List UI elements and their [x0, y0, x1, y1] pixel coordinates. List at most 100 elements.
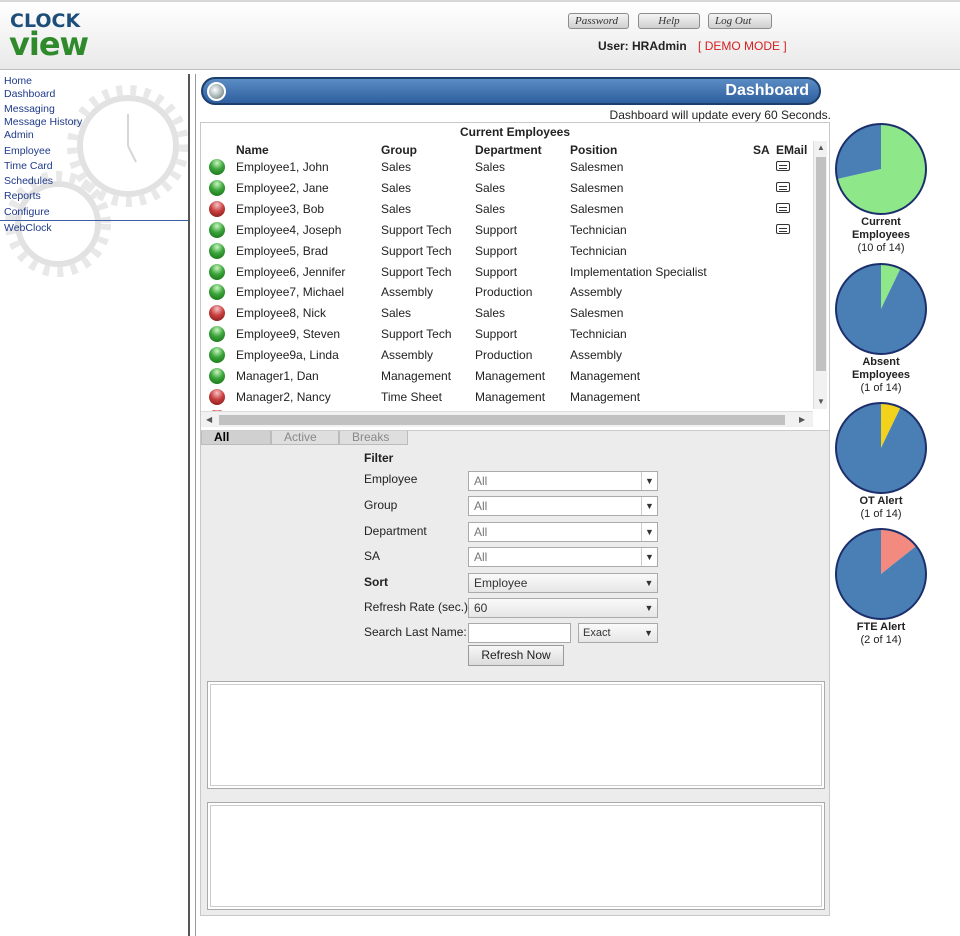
column-header-position[interactable]: Position — [570, 143, 617, 157]
tab-active[interactable]: Active — [271, 431, 339, 445]
sidebar-item-dashboard[interactable]: Dashboard — [4, 88, 55, 101]
cell-group: Support Tech — [381, 243, 452, 258]
table-row[interactable]: Employee2, Jane Sales Sales Salesmen — [201, 178, 811, 199]
table-row[interactable]: Manager1, Dan Management Management Managem… — [201, 366, 811, 387]
vertical-scroll-thumb[interactable] — [816, 157, 826, 371]
pie-title: FTE Alert — [856, 621, 906, 633]
sidebar-item-admin[interactable]: Admin — [4, 129, 34, 142]
status-red-icon — [209, 305, 225, 322]
sa-filter-label: SA — [364, 549, 381, 563]
table-horizontal-scrollbar[interactable]: ◀ ▶ — [201, 411, 813, 427]
chevron-down-icon: ▼ — [644, 578, 654, 588]
help-button[interactable]: Help — [638, 13, 700, 29]
cell-department: Support — [475, 327, 518, 342]
cell-position: Salesmen — [570, 180, 624, 195]
status-green-icon — [209, 242, 225, 259]
pie-chart-2[interactable]: OT Alert (1 of 14) — [832, 401, 930, 520]
refresh-rate-select[interactable]: 60 ▼ — [468, 598, 658, 618]
table-row[interactable]: Employee7, Michael Assembly Production Asse… — [201, 282, 811, 303]
cell-name: Employee9a, Linda — [236, 348, 339, 363]
sort-value: Employee — [474, 576, 528, 590]
user-label: User: HRAdmin — [598, 39, 687, 53]
cell-position: Technician — [570, 327, 627, 342]
scroll-up-arrow-icon[interactable]: ▲ — [817, 143, 825, 152]
pie-svg — [835, 263, 927, 355]
status-green-icon — [209, 263, 225, 280]
sidebar-item-employee[interactable]: Employee — [4, 145, 51, 158]
pie-chart-1[interactable]: Absent Employees (1 of 14) — [832, 262, 930, 394]
employee-filter-select[interactable]: All ▼ — [468, 471, 658, 491]
main-content: Dashboard Dashboard will update every 60… — [199, 74, 831, 916]
pie-chart-3[interactable]: FTE Alert (2 of 14) — [832, 527, 930, 646]
search-last-name-input[interactable] — [468, 623, 571, 643]
table-row[interactable]: Employee8, Nick Sales Sales Salesmen — [201, 303, 811, 324]
cell-department: Support — [475, 222, 518, 237]
pie-svg — [835, 402, 927, 494]
column-header-name[interactable]: Name — [236, 143, 269, 157]
sort-select[interactable]: Employee ▼ — [468, 573, 658, 593]
table-vertical-scrollbar[interactable]: ▲ ▼ — [813, 141, 827, 409]
column-header-department[interactable]: Department — [475, 143, 542, 157]
table-row[interactable]: Employee4, Joseph Support Tech Support Tech… — [201, 220, 811, 241]
dashboard-banner: Dashboard — [201, 77, 821, 105]
password-button[interactable]: Password — [568, 13, 629, 29]
cell-position: Technician — [570, 243, 627, 258]
pie-chart-0[interactable]: Current Employees (10 of 14) — [832, 122, 930, 254]
cell-name: Manager1, Dan — [236, 369, 319, 383]
frame-splitter[interactable] — [188, 74, 196, 936]
cell-position: Technician — [570, 222, 627, 237]
cell-group: Support Tech — [381, 264, 452, 279]
cell-name: Employee9, Steven — [236, 327, 341, 342]
email-icon[interactable] — [776, 223, 790, 234]
sa-filter-select[interactable]: All ▼ — [468, 547, 658, 567]
user-info: User: HRAdmin [ DEMO MODE ] — [598, 39, 787, 53]
cell-position: Management — [570, 389, 641, 404]
status-red-icon — [209, 388, 225, 405]
cell-position: Assembly — [570, 285, 623, 300]
cell-department: Support — [475, 243, 518, 258]
email-icon[interactable] — [776, 161, 790, 171]
table-row[interactable]: Employee6, Jennifer Support Tech Support Im… — [201, 262, 811, 283]
column-header-sa[interactable]: SA — [753, 143, 770, 157]
group-filter-label: Group — [364, 498, 398, 512]
logout-button[interactable]: Log Out — [708, 13, 772, 29]
scroll-left-arrow-icon[interactable]: ◀ — [206, 415, 212, 424]
sidebar-item-schedules[interactable]: Schedules — [4, 175, 53, 188]
tab-breaks[interactable]: Breaks — [339, 431, 408, 445]
email-icon[interactable] — [776, 202, 790, 213]
sidebar-item-message-history[interactable]: Message History — [4, 116, 82, 129]
horizontal-scroll-thumb[interactable] — [219, 415, 785, 425]
cell-group: Sales — [381, 180, 412, 195]
refresh-now-button[interactable]: Refresh Now — [468, 645, 564, 666]
table-row[interactable]: Employee1, John Sales Sales Salesmen — [201, 157, 811, 178]
cell-department: Production — [475, 348, 533, 363]
table-row[interactable]: Employee9a, Linda Assembly Production Assem… — [201, 345, 811, 366]
sidebar-item-configure[interactable]: Configure — [4, 206, 50, 219]
department-filter-select[interactable]: All ▼ — [468, 522, 658, 542]
chevron-down-icon: ▼ — [641, 523, 657, 541]
tab-all[interactable]: All — [201, 431, 271, 445]
sidebar-item-home[interactable]: Home — [4, 75, 32, 88]
column-header-email[interactable]: EMail — [776, 143, 807, 157]
sidebar-item-messaging[interactable]: Messaging — [4, 103, 55, 116]
scroll-right-arrow-icon[interactable]: ▶ — [799, 415, 805, 424]
table-row[interactable]: Employee5, Brad Support Tech Support Techni… — [201, 241, 811, 262]
cell-group: Time Sheet — [381, 389, 442, 404]
email-icon[interactable] — [776, 181, 790, 192]
scroll-down-arrow-icon[interactable]: ▼ — [817, 397, 825, 406]
table-row[interactable]: Employee3, Bob Sales Sales Salesmen — [201, 199, 811, 220]
column-header-group[interactable]: Group — [381, 143, 417, 157]
pie-title: Absent Employees — [851, 356, 911, 381]
pie-svg — [835, 123, 927, 215]
sidebar-item-webclock[interactable]: WebClock — [4, 222, 52, 235]
match-type-select[interactable]: Exact ▼ — [578, 623, 658, 643]
cell-position: Assembly — [570, 348, 623, 363]
table-row[interactable]: Manager2, Nancy Time Sheet Management Manag… — [201, 387, 811, 408]
cell-group: Sales — [381, 306, 412, 321]
group-filter-select[interactable]: All ▼ — [468, 496, 658, 516]
sidebar-item-reports[interactable]: Reports — [4, 190, 41, 203]
table-row[interactable]: Employee9, Steven Support Tech Support Tech… — [201, 324, 811, 345]
demo-mode-badge: [ DEMO MODE ] — [698, 39, 787, 53]
sidebar-item-time-card[interactable]: Time Card — [4, 160, 53, 173]
search-last-name-label: Search Last Name: — [364, 625, 467, 639]
